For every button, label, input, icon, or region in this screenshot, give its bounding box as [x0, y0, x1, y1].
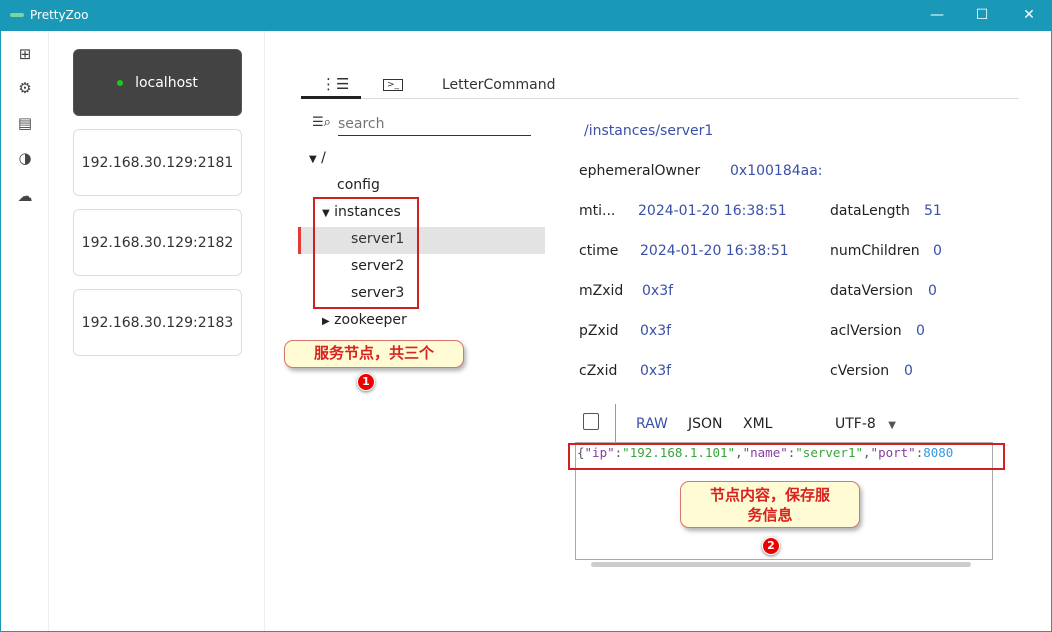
calendar-icon[interactable]: ▤	[15, 113, 35, 133]
maximize-button[interactable]: ☐	[967, 4, 997, 26]
stat-value: 51	[924, 203, 942, 219]
server-item-localhost[interactable]: localhost	[73, 49, 242, 116]
title-bar: PrettyZoo — ☐ ✕	[0, 0, 1052, 31]
encoding-value: UTF-8	[835, 416, 876, 432]
annotation-badge-1: 1	[357, 373, 375, 391]
stat-value: 0x3f	[642, 283, 674, 299]
search-filter-icon: ☰⌕	[312, 115, 331, 130]
annotation-text: 务信息	[747, 506, 793, 524]
window-title: PrettyZoo	[30, 8, 89, 22]
tree-node-label: /	[321, 150, 326, 166]
toolbar-divider	[615, 404, 616, 442]
icon-sidebar: ⊞ ⚙ ▤ ◑ ☁	[1, 31, 49, 631]
search-input[interactable]	[338, 112, 531, 136]
stat-value: 0	[904, 363, 913, 379]
stat-value: 0x3f	[640, 323, 672, 339]
app-logo	[10, 13, 24, 17]
stat-value: 0	[928, 283, 937, 299]
annotation-text: 节点内容，保存服	[709, 486, 830, 504]
server-label: 192.168.30.129:2183	[81, 314, 234, 331]
stat-value: 0	[933, 243, 942, 259]
stat-value: 2024-01-20 16:38:51	[638, 203, 787, 219]
terminal-icon: >_	[383, 79, 404, 91]
format-raw-button[interactable]: RAW	[636, 416, 668, 432]
gear-icon[interactable]: ⚙	[15, 78, 35, 98]
expanded-triangle-icon: ▼	[309, 154, 317, 165]
format-xml-button[interactable]: XML	[743, 416, 772, 432]
tree-node-zookeeper[interactable]: ▶ zookeeper	[322, 312, 407, 328]
theme-icon[interactable]: ◑	[15, 148, 35, 168]
stat-label: ephemeralOwner	[579, 163, 701, 179]
close-button[interactable]: ✕	[1014, 4, 1044, 26]
server-label: 192.168.30.129:2181	[81, 154, 234, 171]
annotation-bubble-1: 服务节点，共三个	[284, 340, 464, 368]
chevron-down-icon: ▼	[888, 420, 896, 431]
server-label: localhost	[135, 74, 198, 91]
stat-value: 0x3f	[640, 363, 672, 379]
server-item[interactable]: 192.168.30.129:2183	[73, 289, 242, 356]
stat-label: cVersion	[830, 363, 890, 379]
annotation-box-1	[313, 197, 419, 309]
main-window: ⊞ ⚙ ▤ ◑ ☁ localhost 192.168.30.129:2181 …	[1, 31, 1051, 631]
collapsed-triangle-icon: ▶	[322, 316, 330, 327]
save-icon[interactable]	[583, 413, 599, 430]
tab-terminal[interactable]: >_	[383, 75, 404, 99]
tree-node-root[interactable]: ▼ /	[309, 150, 326, 166]
stat-label: mti...	[579, 203, 616, 219]
server-list: localhost 192.168.30.129:2181 192.168.30…	[49, 31, 265, 631]
tree-icon: ⋮☰	[321, 75, 350, 93]
annotation-box-2	[568, 443, 1005, 470]
annotation-bubble-2: 节点内容，保存服 务信息	[680, 481, 860, 528]
stat-value: 0x100184aa:	[730, 163, 823, 179]
node-path: /instances/server1	[584, 123, 714, 139]
minimize-button[interactable]: —	[922, 4, 952, 26]
stat-label: pZxid	[579, 323, 619, 339]
stat-value: 0	[916, 323, 925, 339]
server-item[interactable]: 192.168.30.129:2182	[73, 209, 242, 276]
cloud-upload-icon[interactable]: ☁	[15, 186, 35, 206]
tab-selected-indicator	[301, 96, 361, 99]
tree-node-config[interactable]: config	[337, 177, 380, 193]
connected-status-icon	[117, 79, 124, 86]
stat-label: dataLength	[830, 203, 910, 219]
tree-node-label: zookeeper	[334, 312, 407, 328]
add-icon[interactable]: ⊞	[15, 44, 35, 64]
server-label: 192.168.30.129:2182	[81, 234, 234, 251]
horizontal-scrollbar[interactable]	[591, 562, 971, 567]
tab-divider	[301, 98, 1019, 99]
annotation-badge-2: 2	[762, 537, 780, 555]
stat-value: 2024-01-20 16:38:51	[640, 243, 789, 259]
stat-label: dataVersion	[830, 283, 914, 299]
server-item[interactable]: 192.168.30.129:2181	[73, 129, 242, 196]
encoding-select[interactable]: UTF-8 ▼	[835, 416, 896, 432]
stat-label: numChildren	[830, 243, 920, 259]
stat-label: mZxid	[579, 283, 624, 299]
format-json-button[interactable]: JSON	[688, 416, 723, 432]
stat-label: cZxid	[579, 363, 618, 379]
stat-label: aclVersion	[830, 323, 902, 339]
stat-label: ctime	[579, 243, 619, 259]
